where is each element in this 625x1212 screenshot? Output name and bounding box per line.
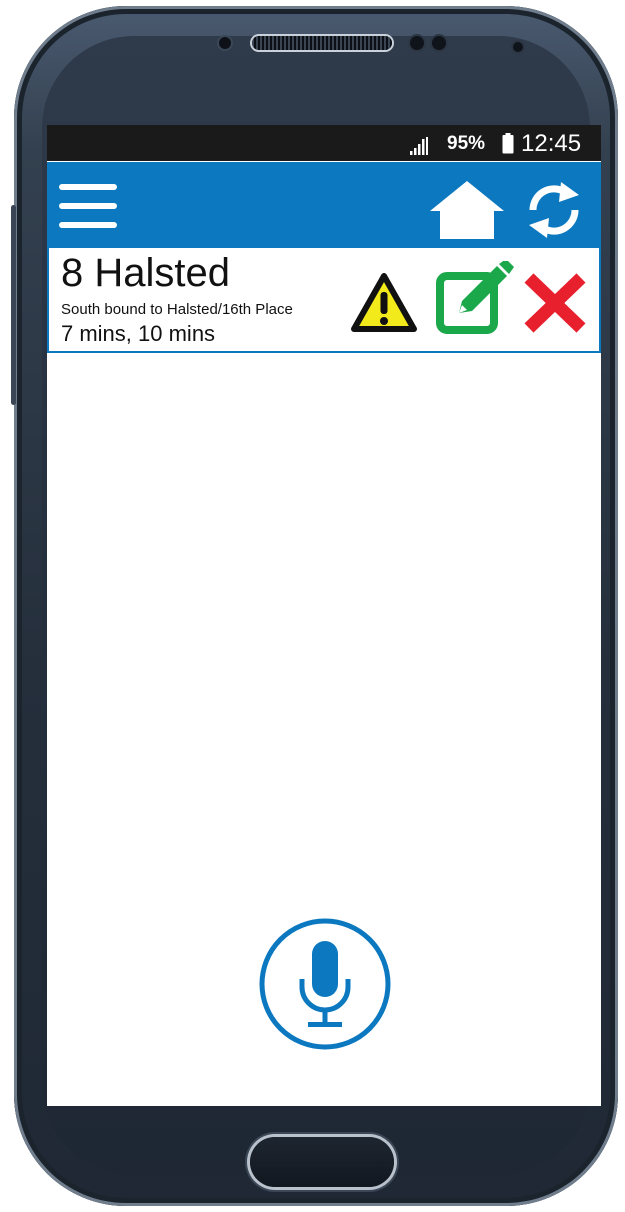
phone-screen: 95% 12:45 8 Halsted South bound to Halst… — [47, 125, 601, 1106]
route-title: 8 Halsted — [61, 251, 230, 295]
route-arrival-times: 7 mins, 10 mins — [61, 321, 216, 346]
battery-percent: 95% — [447, 133, 486, 154]
battery-icon — [502, 133, 514, 154]
physical-home-button[interactable] — [250, 1137, 394, 1187]
side-volume-button — [11, 205, 16, 405]
status-bar: 95% 12:45 — [47, 125, 601, 161]
menu-icon[interactable] — [59, 182, 117, 232]
notification-led — [513, 42, 523, 52]
signal-icon — [410, 137, 428, 155]
app-bar — [47, 162, 601, 246]
route-card[interactable]: 8 Halsted South bound to Halsted/16th Pl… — [47, 246, 601, 353]
refresh-icon[interactable] — [521, 178, 587, 242]
home-icon[interactable] — [430, 181, 504, 239]
alert-icon[interactable] — [351, 273, 417, 333]
delete-icon[interactable] — [519, 270, 591, 336]
route-direction: South bound to Halsted/16th Place — [61, 301, 293, 318]
microphone-icon[interactable] — [258, 917, 392, 1051]
front-camera — [219, 37, 231, 49]
light-sensor — [432, 36, 446, 50]
proximity-sensor — [410, 36, 424, 50]
edit-icon[interactable] — [435, 261, 515, 335]
earpiece-speaker — [252, 36, 392, 50]
status-clock: 12:45 — [521, 130, 582, 157]
